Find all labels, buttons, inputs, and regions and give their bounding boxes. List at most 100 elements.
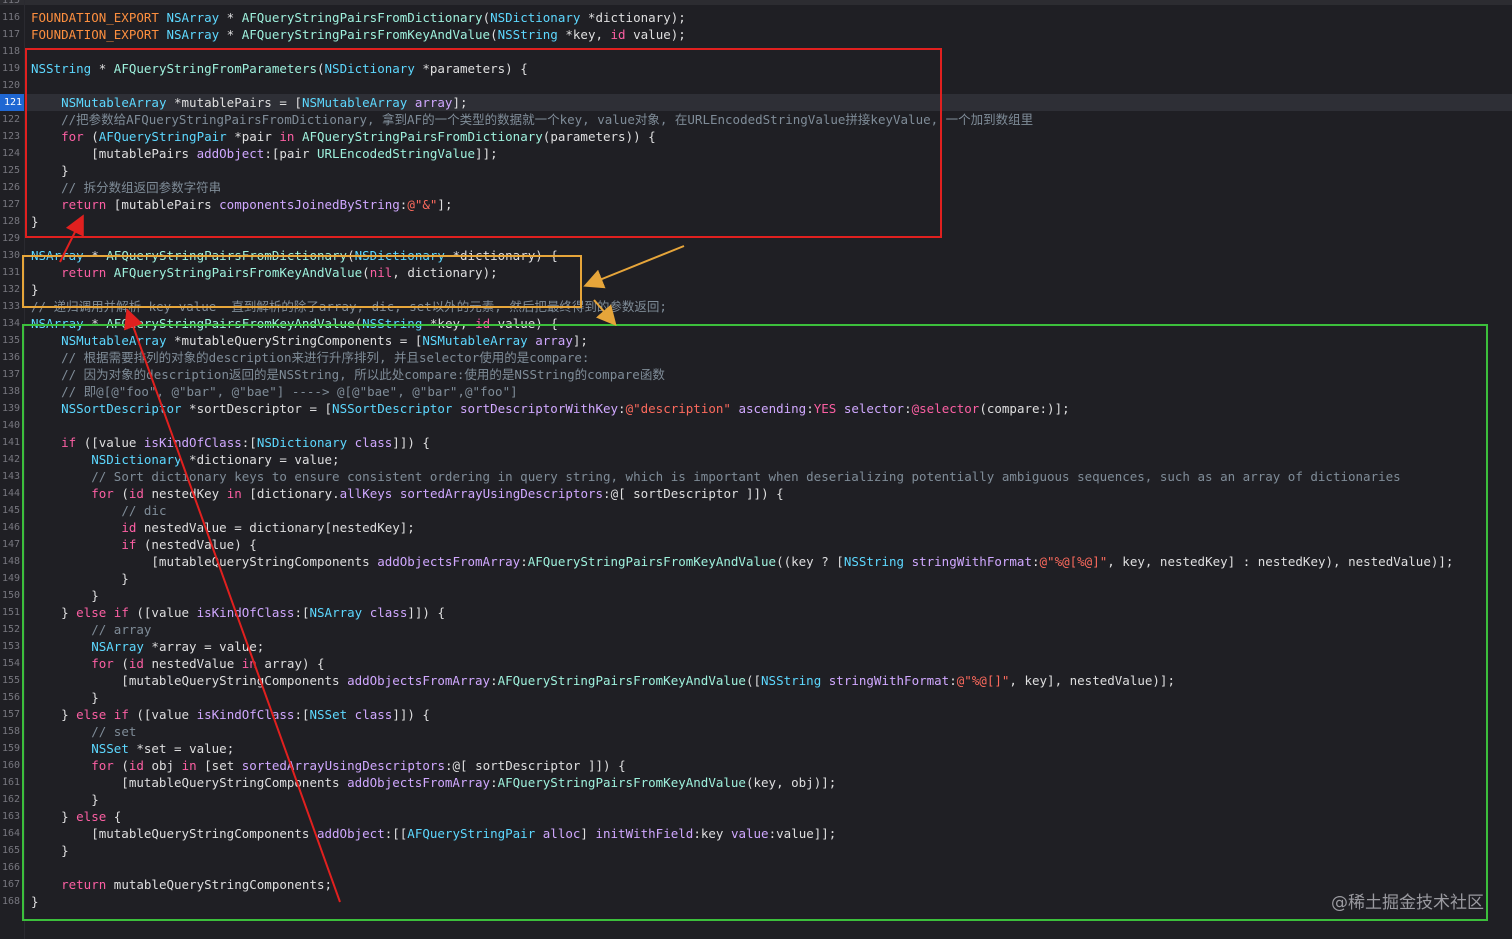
line-code[interactable]: return AFQueryStringPairsFromKeyAndValue… (31, 264, 498, 281)
code-line[interactable]: 144 for (id nestedKey in [dictionary.all… (0, 485, 1512, 502)
line-code[interactable]: NSArray * AFQueryStringPairsFromDictiona… (31, 247, 558, 264)
code-line[interactable]: 119 NSString * AFQueryStringFromParameter… (0, 60, 1512, 77)
code-line[interactable]: 155 [mutableQueryStringComponents addObj… (0, 672, 1512, 689)
code-line[interactable]: 116 FOUNDATION_EXPORT NSArray * AFQuerySt… (0, 9, 1512, 26)
code-line[interactable]: 126 // 拆分数组返回参数字符串 (0, 179, 1512, 196)
code-line[interactable]: 168} (0, 893, 1512, 910)
line-code[interactable]: } (31, 213, 39, 230)
line-code[interactable]: // Sort dictionary keys to ensure consis… (31, 468, 1400, 485)
line-code[interactable]: } (31, 162, 69, 179)
code-line[interactable]: 134 NSArray * AFQueryStringPairsFromKeyAn… (0, 315, 1512, 332)
line-code[interactable]: // 即@[@"foo", @"bar", @"bae"] ----> @[@"… (31, 383, 518, 400)
code-line[interactable]: 138 // 即@[@"foo", @"bar", @"bae"] ----> … (0, 383, 1512, 400)
line-code[interactable]: for (id nestedValue in array) { (31, 655, 324, 672)
code-line[interactable]: 115 (0, 0, 1512, 9)
line-code[interactable]: } (31, 587, 99, 604)
code-line[interactable]: 117 FOUNDATION_EXPORT NSArray * AFQuerySt… (0, 26, 1512, 43)
line-code[interactable]: [mutableQueryStringComponents addObjects… (31, 774, 836, 791)
code-line[interactable]: 164 [mutableQueryStringComponents addObj… (0, 825, 1512, 842)
code-line[interactable]: 133 // 递归调用并解析 key-value 直到解析的除了array, di… (0, 298, 1512, 315)
line-code[interactable]: } (31, 689, 99, 706)
line-code[interactable]: [mutableQueryStringComponents addObjects… (31, 553, 1453, 570)
code-line[interactable]: 153 NSArray *array = value; (0, 638, 1512, 655)
line-code[interactable]: NSSortDescriptor *sortDescriptor = [NSSo… (31, 400, 1070, 417)
line-code[interactable]: } (31, 570, 129, 587)
line-code[interactable]: [mutableQueryStringComponents addObjects… (31, 672, 1175, 689)
line-code[interactable]: } else if ([value isKindOfClass:[NSArray… (31, 604, 445, 621)
code-line[interactable]: 132} (0, 281, 1512, 298)
code-line[interactable]: 158 // set (0, 723, 1512, 740)
line-code[interactable]: NSArray *array = value; (31, 638, 264, 655)
line-code[interactable]: } (31, 791, 99, 808)
line-code[interactable]: return [mutablePairs componentsJoinedByS… (31, 196, 452, 213)
code-line[interactable]: 151 } else if ([value isKindOfClass:[NSA… (0, 604, 1512, 621)
line-code[interactable]: NSMutableArray *mutableQueryStringCompon… (31, 332, 588, 349)
line-code[interactable]: NSString * AFQueryStringFromParameters(N… (31, 60, 528, 77)
code-line[interactable]: 162 } (0, 791, 1512, 808)
code-line[interactable]: 154 for (id nestedValue in array) { (0, 655, 1512, 672)
code-line[interactable]: 147 if (nestedValue) { (0, 536, 1512, 553)
line-code[interactable]: // 因为对象的description返回的是NSString, 所以此处com… (31, 366, 665, 383)
code-line[interactable]: 121 NSMutableArray *mutablePairs = [NSMu… (0, 94, 1512, 111)
code-line[interactable]: 128} (0, 213, 1512, 230)
code-line[interactable]: 157 } else if ([value isKindOfClass:[NSS… (0, 706, 1512, 723)
line-code[interactable]: } else if ([value isKindOfClass:[NSSet c… (31, 706, 430, 723)
code-line[interactable]: 142 NSDictionary *dictionary = value; (0, 451, 1512, 468)
code-line[interactable]: 148 [mutableQueryStringComponents addObj… (0, 553, 1512, 570)
code-line[interactable]: 129 (0, 230, 1512, 247)
code-line[interactable]: 140 (0, 417, 1512, 434)
line-code[interactable]: NSMutableArray *mutablePairs = [NSMutabl… (31, 94, 467, 111)
code-line[interactable]: 166 (0, 859, 1512, 876)
code-line[interactable]: 122 //把参数给AFQueryStringPairsFromDictiona… (0, 111, 1512, 128)
code-line[interactable]: 141 if ([value isKindOfClass:[NSDictiona… (0, 434, 1512, 451)
line-code[interactable]: NSDictionary *dictionary = value; (31, 451, 339, 468)
code-line[interactable]: 165 } (0, 842, 1512, 859)
code-line[interactable]: 156 } (0, 689, 1512, 706)
code-line[interactable]: 145 // dic (0, 502, 1512, 519)
line-code[interactable]: for (AFQueryStringPair *pair in AFQueryS… (31, 128, 656, 145)
code-line[interactable]: 127 return [mutablePairs componentsJoine… (0, 196, 1512, 213)
code-line[interactable]: 130 NSArray * AFQueryStringPairsFromDicti… (0, 247, 1512, 264)
code-line[interactable]: 152 // array (0, 621, 1512, 638)
line-code[interactable]: NSSet *set = value; (31, 740, 234, 757)
code-line[interactable]: 139 NSSortDescriptor *sortDescriptor = [… (0, 400, 1512, 417)
code-line[interactable]: 161 [mutableQueryStringComponents addObj… (0, 774, 1512, 791)
code-line[interactable]: 136 // 根据需要排列的对象的description来进行升序排列, 并且s… (0, 349, 1512, 366)
line-code[interactable]: NSArray * AFQueryStringPairsFromKeyAndVa… (31, 315, 558, 332)
line-code[interactable]: } (31, 842, 69, 859)
line-code[interactable]: } (31, 893, 39, 910)
code-line[interactable]: 135 NSMutableArray *mutableQueryStringCo… (0, 332, 1512, 349)
line-code[interactable]: if ([value isKindOfClass:[NSDictionary c… (31, 434, 430, 451)
line-code[interactable]: for (id obj in [set sortedArrayUsingDesc… (31, 757, 625, 774)
line-code[interactable]: } (31, 281, 39, 298)
line-code[interactable]: [mutablePairs addObject:[pair URLEncoded… (31, 145, 497, 162)
code-line[interactable]: 123 for (AFQueryStringPair *pair in AFQu… (0, 128, 1512, 145)
code-editor[interactable]: 115 116 FOUNDATION_EXPORT NSArray * AFQuer… (0, 0, 1512, 939)
code-line[interactable]: 167 return mutableQueryStringComponents; (0, 876, 1512, 893)
code-line[interactable]: 149 } (0, 570, 1512, 587)
line-code[interactable]: } else { (31, 808, 121, 825)
line-code[interactable]: if (nestedValue) { (31, 536, 256, 553)
line-code[interactable]: //把参数给AFQueryStringPairsFromDictionary, … (31, 111, 1033, 128)
line-code[interactable]: for (id nestedKey in [dictionary.allKeys… (31, 485, 783, 502)
line-code[interactable]: [mutableQueryStringComponents addObject:… (31, 825, 836, 842)
line-code[interactable]: // set (31, 723, 136, 740)
code-line[interactable]: 118 (0, 43, 1512, 60)
code-line[interactable]: 160 for (id obj in [set sortedArrayUsing… (0, 757, 1512, 774)
code-line[interactable]: 146 id nestedValue = dictionary[nestedKe… (0, 519, 1512, 536)
code-line[interactable]: 125 } (0, 162, 1512, 179)
line-code[interactable]: // 递归调用并解析 key-value 直到解析的除了array, dic, … (31, 298, 667, 315)
code-line[interactable]: 163 } else { (0, 808, 1512, 825)
code-line[interactable]: 137 // 因为对象的description返回的是NSString, 所以此… (0, 366, 1512, 383)
line-code[interactable]: // 拆分数组返回参数字符串 (31, 179, 221, 196)
code-line[interactable]: 159 NSSet *set = value; (0, 740, 1512, 757)
line-code[interactable]: return mutableQueryStringComponents; (31, 876, 332, 893)
code-line[interactable]: 120 (0, 77, 1512, 94)
line-code[interactable]: id nestedValue = dictionary[nestedKey]; (31, 519, 415, 536)
code-line[interactable]: 124 [mutablePairs addObject:[pair URLEnc… (0, 145, 1512, 162)
code-line[interactable]: 143 // Sort dictionary keys to ensure co… (0, 468, 1512, 485)
line-code[interactable]: FOUNDATION_EXPORT NSArray * AFQueryStrin… (31, 9, 686, 26)
code-line[interactable]: 150 } (0, 587, 1512, 604)
line-code[interactable]: FOUNDATION_EXPORT NSArray * AFQueryStrin… (31, 26, 686, 43)
line-code[interactable]: // array (31, 621, 151, 638)
